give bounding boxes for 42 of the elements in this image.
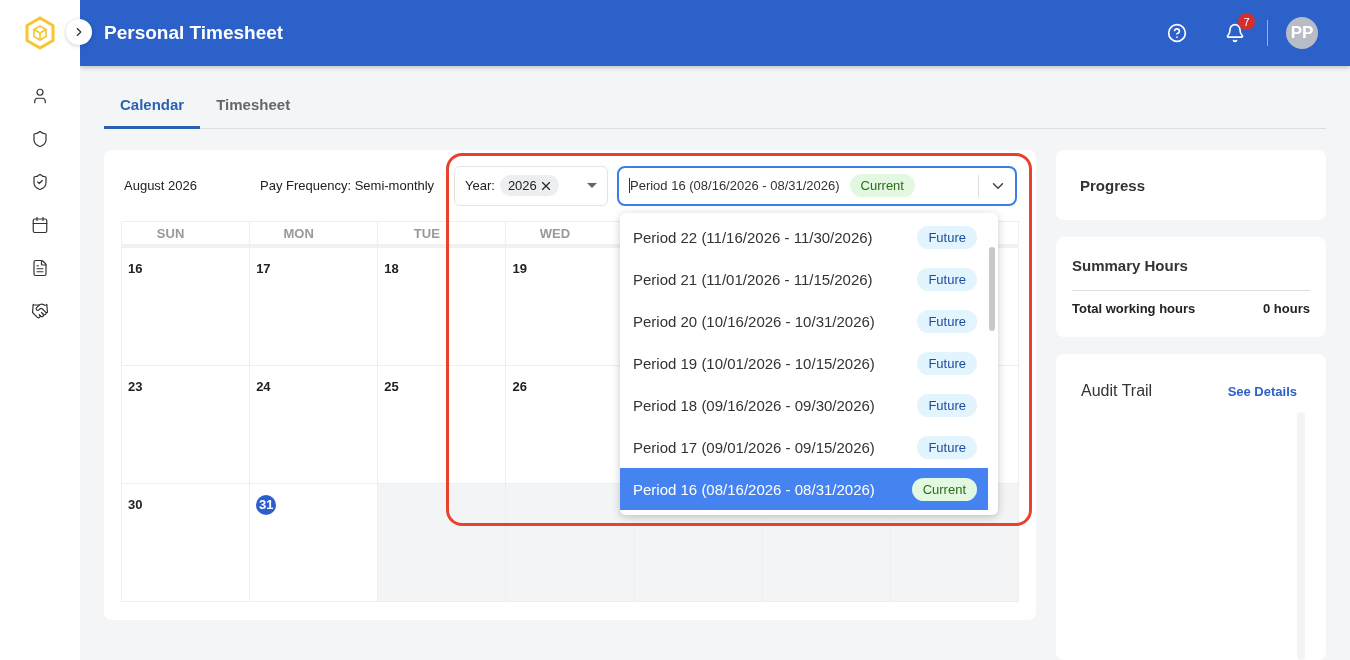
caret-icon xyxy=(587,183,597,188)
year-label: Year: xyxy=(465,178,495,193)
cube-logo xyxy=(25,16,55,50)
day-number: 18 xyxy=(384,260,399,278)
tab[interactable]: Timesheet xyxy=(200,84,307,129)
period-select[interactable]: Period 16 (08/16/2026 - 08/31/2026) Current xyxy=(617,165,1017,206)
card-title: Summary Hours xyxy=(1072,257,1189,274)
scrollbar-thumb[interactable] xyxy=(989,247,995,331)
period-value: Period 16 (08/16/2026 - 08/31/2026) xyxy=(629,178,840,193)
status-pill: Future xyxy=(917,225,977,249)
year-chip: 2026 xyxy=(499,175,559,196)
day-number: 23 xyxy=(128,378,143,396)
today-marker: 31 xyxy=(256,494,277,515)
status-pill: Future xyxy=(917,267,977,291)
sidebar-toggle-button[interactable] xyxy=(66,19,92,45)
bell-icon[interactable] xyxy=(1225,23,1245,43)
year-select[interactable]: Year: 2026 xyxy=(454,165,608,206)
see-details-link[interactable]: See Details xyxy=(1227,383,1297,399)
tab[interactable]: Calendar xyxy=(104,84,201,129)
help-icon[interactable] xyxy=(1167,23,1187,43)
status-pill: Future xyxy=(917,435,977,459)
month-label: August 2026 xyxy=(123,178,198,193)
notification-badge: 7 xyxy=(1238,13,1255,30)
status-pill: Current xyxy=(849,174,915,197)
day-number: 30 xyxy=(128,496,143,514)
day-number: 16 xyxy=(128,260,143,278)
day-number: 17 xyxy=(256,260,271,278)
status-pill: Future xyxy=(917,309,977,333)
hours-value: 0 hours xyxy=(1263,301,1310,316)
card-title: Audit Trail xyxy=(1081,382,1153,400)
day-number: 19 xyxy=(512,260,527,278)
card-title: Progress xyxy=(1080,176,1146,194)
day-number: 25 xyxy=(384,378,399,396)
status-pill: Future xyxy=(917,351,977,375)
period-option[interactable]: Period 16 (08/16/2026 - 08/31/2026) Current xyxy=(620,468,988,510)
hours-label: Total working hours xyxy=(1072,301,1196,316)
pay-frequency-label: Pay Frequency: Semi-monthly xyxy=(260,178,436,193)
page-title: Personal Timesheet xyxy=(104,22,285,44)
day-number: 26 xyxy=(512,378,527,396)
day-number: 24 xyxy=(256,378,271,396)
status-pill: Future xyxy=(917,393,977,417)
status-pill: Current xyxy=(911,477,977,501)
